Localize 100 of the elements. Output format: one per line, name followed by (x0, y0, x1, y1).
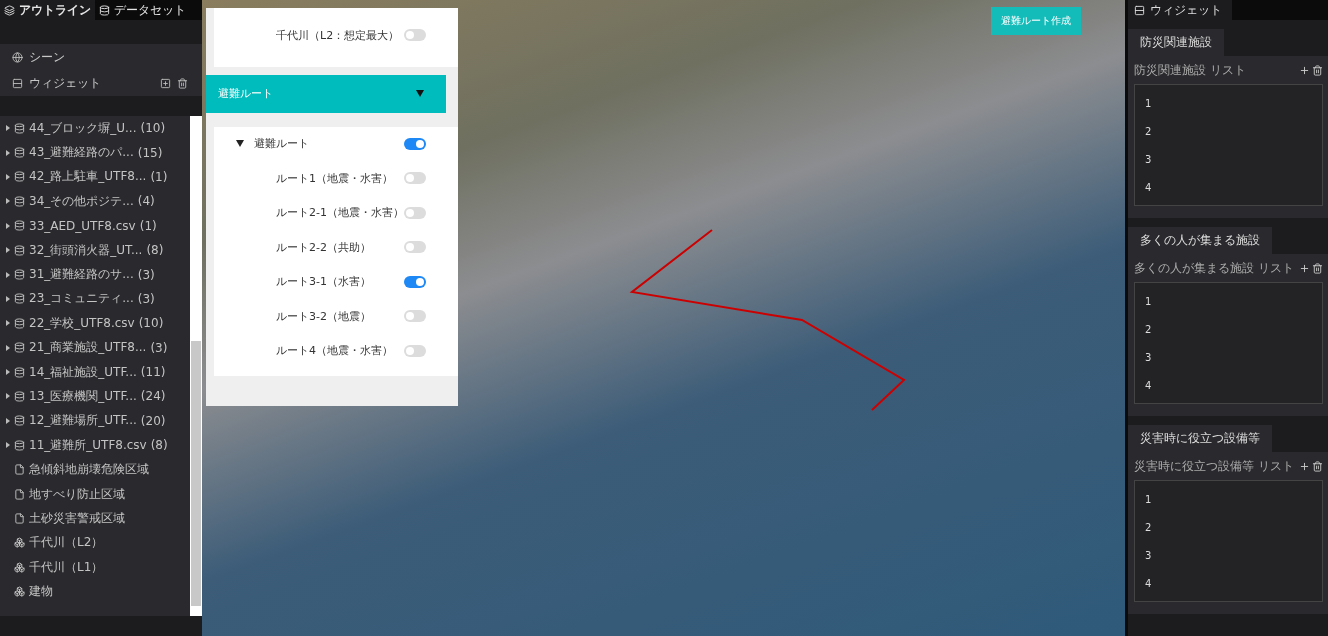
expand-arrow-icon[interactable] (6, 222, 10, 229)
database-icon (14, 342, 25, 354)
trash-icon[interactable] (1312, 263, 1323, 274)
tree-item-label[interactable]: 31_避難経路のサ... (29, 266, 134, 284)
item-count: (3) (137, 267, 155, 282)
toggle-switch[interactable] (403, 29, 426, 42)
database-icon (14, 220, 25, 232)
tree-item-label[interactable]: 地すべり防止区域 (29, 485, 125, 503)
database-icon (14, 317, 25, 329)
item-count: (10) (140, 121, 166, 136)
add-icon[interactable] (1299, 461, 1310, 472)
tree-item-label[interactable]: 23_コミュニティ... (29, 290, 134, 308)
tree-item-label[interactable]: 建物 (29, 583, 53, 601)
expand-arrow-icon[interactable] (6, 417, 10, 424)
widget-tab[interactable]: 防災関連施設 (1128, 29, 1224, 56)
expand-arrow-icon[interactable] (6, 149, 10, 156)
tree-item-label[interactable]: 32_街頭消火器_UT... (29, 241, 143, 259)
expand-arrow-icon[interactable] (6, 344, 10, 351)
list-item[interactable]: 2 (1135, 117, 1322, 145)
layer-label: ルート2-1（地震・水害） (276, 205, 404, 221)
expand-arrow-icon[interactable] (6, 295, 10, 302)
list-item[interactable]: 2 (1135, 513, 1322, 541)
toggle-switch[interactable] (403, 172, 426, 185)
list-item[interactable]: 3 (1135, 343, 1322, 371)
item-count: (20) (140, 413, 166, 428)
tree-item-label[interactable]: 22_学校_UTF8.csv (29, 314, 135, 332)
tree-item-label[interactable]: 12_避難場所_UTF... (29, 412, 137, 430)
list-item[interactable]: 4 (1135, 371, 1322, 399)
tree-item-label[interactable]: 13_医療機関_UTF... (29, 388, 137, 405)
list-item[interactable]: 4 (1135, 173, 1322, 201)
item-count: (10) (138, 316, 164, 331)
expand-arrow-icon[interactable] (6, 173, 10, 180)
list-item[interactable]: 4 (1135, 569, 1322, 597)
trash-icon[interactable] (1312, 461, 1323, 472)
list-item[interactable]: 1 (1135, 287, 1322, 315)
expand-arrow-icon[interactable] (6, 320, 10, 327)
database-icon (14, 293, 25, 305)
expand-arrow-icon[interactable] (6, 271, 10, 278)
item-count: (24) (140, 389, 166, 404)
toggle-switch[interactable] (403, 310, 426, 323)
expand-arrow-icon[interactable] (6, 125, 10, 132)
tree-item-label[interactable]: 急傾斜地崩壊危険区域 (29, 461, 149, 479)
cubes-icon (14, 537, 25, 549)
3d-map-view[interactable]: 避難ルート作成 千代川（L2：想定最大） 避難ルート 避難ルート ルート1（地震・水害） ルート2-1（地震・水害） ルート2-2（共助） ルート3-1（水害） ルート3-2（地震） ルート4（地震・水害） (202, 0, 1125, 636)
widget-tab[interactable]: 災害時に役立つ設備等 (1128, 425, 1272, 452)
file-icon (14, 512, 25, 524)
layer-label: ルート4（地震・水害） (276, 343, 393, 359)
layer-label: ルート3-2（地震） (276, 308, 371, 324)
item-count: (8) (150, 438, 168, 453)
tab[interactable]: アウトライン (0, 0, 95, 20)
tree-item-label[interactable]: 14_福祉施設_UTF... (29, 363, 137, 381)
trash-icon[interactable] (1312, 65, 1323, 76)
tree-item-label[interactable]: 34_その他ポジテ... (29, 192, 134, 210)
tree-item-label[interactable]: 土砂災害警戒区域 (29, 509, 125, 527)
list-item[interactable]: 1 (1135, 89, 1322, 117)
globe-icon (12, 51, 23, 63)
expand-arrow-icon[interactable] (6, 442, 10, 449)
tree-item-label[interactable]: 43_避難経路のパ... (29, 144, 134, 162)
layers-icon (4, 4, 15, 16)
tree-item-label[interactable]: 33_AED_UTF8.csv (29, 218, 136, 233)
database-icon (14, 195, 25, 207)
database-icon (14, 391, 25, 402)
add-icon[interactable] (160, 77, 171, 89)
expand-arrow-icon[interactable] (6, 369, 10, 376)
toggle-switch[interactable] (403, 275, 426, 288)
layer-label: ルート2-2（共助） (276, 239, 371, 255)
list-item[interactable]: 3 (1135, 145, 1322, 173)
add-icon[interactable] (1299, 65, 1310, 76)
list-item[interactable]: 3 (1135, 541, 1322, 569)
expand-arrow-icon[interactable] (236, 140, 244, 148)
toggle-switch[interactable] (403, 241, 426, 254)
database-icon (14, 244, 25, 256)
tree-item-label[interactable]: 11_避難所_UTF8.csv (29, 436, 147, 454)
tree-item-label[interactable]: 42_路上駐車_UTF8... (29, 168, 147, 186)
toggle-switch[interactable] (403, 206, 426, 219)
item-count: (1) (139, 218, 157, 233)
expand-arrow-icon[interactable] (6, 247, 10, 254)
tree-item-label[interactable]: 千代川（L1） (29, 558, 104, 576)
tree-item-label[interactable]: 44_ブロック塀_U... (29, 119, 137, 137)
toggle-switch[interactable] (403, 137, 426, 150)
item-count: (3) (150, 340, 168, 355)
list-item[interactable]: 1 (1135, 485, 1322, 513)
expand-arrow-icon[interactable] (6, 393, 10, 400)
tree-item-label[interactable]: 千代川（L2） (29, 534, 104, 552)
nav-item[interactable]: シーン (29, 48, 65, 66)
list-item[interactable]: 2 (1135, 315, 1322, 343)
toggle-switch[interactable] (403, 344, 426, 357)
list-title: 災害時に役立つ設備等 リスト (1134, 458, 1294, 475)
list-title: 多くの人が集まる施設 リスト (1134, 260, 1294, 277)
trash-icon[interactable] (177, 77, 188, 89)
scrollbar[interactable] (190, 116, 202, 616)
file-icon (14, 464, 25, 476)
tree-item-label[interactable]: 21_商業施設_UTF8... (29, 339, 147, 357)
widget-tab[interactable]: 多くの人が集まる施設 (1128, 227, 1272, 254)
database-icon (99, 4, 110, 16)
database-icon (14, 171, 25, 183)
expand-arrow-icon[interactable] (6, 198, 10, 205)
panel-title: ウィジェット (1150, 1, 1222, 19)
add-icon[interactable] (1299, 263, 1310, 274)
item-count: (3) (137, 291, 155, 306)
